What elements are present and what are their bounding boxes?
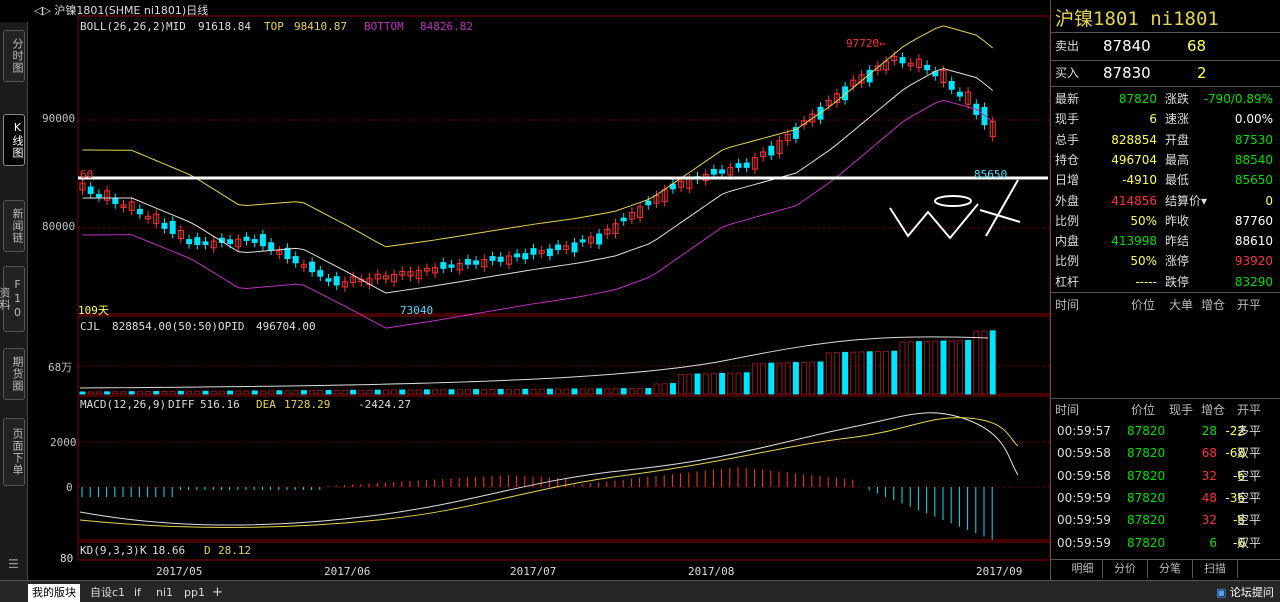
tab-ni1[interactable]: ni1 xyxy=(152,584,177,602)
date-sep: 2017/09 xyxy=(976,565,1023,578)
boll-bottom-value: 84826.82 xyxy=(420,20,473,33)
date-may: 2017/05 xyxy=(156,565,203,578)
kd-label: KD(9,3,3) xyxy=(80,544,140,557)
tick-row: 00:59:58 87820 32 -6 空平 xyxy=(1057,468,1262,483)
boll-mid-value: 91618.84 xyxy=(198,20,251,33)
left-mark-annotation: 60 xyxy=(80,168,94,181)
macd-axis-0: 0 xyxy=(66,481,73,494)
forum-icon: ▣ xyxy=(1216,586,1227,599)
quote-panel: 沪镍1801 ni1801 卖出 87840 68 买入 87830 2 最新 8… xyxy=(1050,0,1280,580)
tick-row: 00:59:57 87820 28 -22 多平 xyxy=(1057,424,1262,438)
tab-ticks[interactable]: 分笔 xyxy=(1148,560,1193,578)
chart-canvas xyxy=(77,15,1050,561)
date-aug: 2017/08 xyxy=(688,565,735,578)
boll-top-value: 98410.87 xyxy=(294,20,347,33)
opid-label: OPID xyxy=(218,320,245,333)
forum-button[interactable]: ▣ 论坛提问 xyxy=(1212,584,1278,602)
kline-chart: BOLL(26,26,2) MID 91618.84 TOP 98410.87 … xyxy=(28,0,1050,580)
buy-row: 买入 87830 2 xyxy=(1055,64,1207,82)
dea-value: 1728.29 xyxy=(284,398,331,411)
tab-custom-c1[interactable]: 自设c1 xyxy=(86,584,129,602)
tick-row: 00:59:59 87820 48 -36 空平 xyxy=(1057,490,1262,505)
d-label: D xyxy=(204,544,211,557)
k-label: K xyxy=(140,544,147,557)
quote-row: 最新 87820 涨跌 -790/0.89% xyxy=(1055,92,1273,106)
tab-page-order[interactable]: 页面下单 xyxy=(3,418,25,486)
quote-row: 总手 828854 开盘 87530 xyxy=(1055,132,1273,147)
left-tab-strip: 分时图 K线图 新闻链 F10资料 期货圈 页面下单 ☰ xyxy=(0,22,28,580)
cjl-label: CJL xyxy=(80,320,100,333)
quote-row: 比例 50% 昨收 87760 xyxy=(1055,213,1273,228)
diff-label: DIFF xyxy=(168,398,195,411)
macd-value: -2424.27 xyxy=(358,398,411,411)
add-tab-button[interactable]: + xyxy=(208,584,227,602)
date-jun: 2017/06 xyxy=(324,565,371,578)
low-annotation: 73040 xyxy=(400,304,434,317)
tab-my-board[interactable]: 我的版块 xyxy=(28,584,80,602)
macd-axis-2000: 2000 xyxy=(50,436,77,449)
tick-header: 时间 价位 现手 增仓 开平 xyxy=(1055,403,1262,417)
tick-row: 00:59:59 87820 32 -8 空平 xyxy=(1057,513,1262,528)
quote-row: 杠杆 ----- 跌停 83290 xyxy=(1055,274,1273,289)
high-annotation: 97720← xyxy=(846,37,886,50)
menu-icon[interactable]: ☰ xyxy=(8,557,19,571)
price-axis-80000: 80000 xyxy=(42,220,76,233)
days-annotation: 109天 xyxy=(78,304,109,317)
boll-label: BOLL(26,26,2) xyxy=(80,20,167,33)
quote-row: 外盘 414856 结算价▾ 0 xyxy=(1055,193,1273,208)
diff-value: 516.16 xyxy=(200,398,240,411)
quote-row: 持仓 496704 最高 88540 xyxy=(1055,152,1273,167)
date-jul: 2017/07 xyxy=(510,565,557,578)
quote-row: 内盘 413998 昨结 88610 xyxy=(1055,234,1273,249)
tab-news[interactable]: 新闻链 xyxy=(3,200,25,252)
quote-row: 现手 6 速涨 0.00% xyxy=(1055,112,1273,127)
d-value: 28.12 xyxy=(218,544,252,557)
boll-bottom-label: BOTTOM xyxy=(364,20,404,33)
sell-row: 卖出 87840 68 xyxy=(1055,37,1207,55)
kd-axis: 80 xyxy=(60,552,74,565)
tab-detail[interactable]: 明细 xyxy=(1063,560,1103,578)
quote-row: 日增 -4910 最低 85650 xyxy=(1055,173,1273,188)
price-axis-90000: 90000 xyxy=(42,112,76,125)
deal-header: 时间 价位 大单 增仓 开平 xyxy=(1055,298,1262,312)
tab-price-dist[interactable]: 分价 xyxy=(1103,560,1148,578)
quote-title: 沪镍1801 ni1801 xyxy=(1055,8,1219,30)
opid-value: 496704.00 xyxy=(256,320,316,333)
quote-row: 比例 50% 涨停 93920 xyxy=(1055,254,1273,269)
macd-label: MACD(12,26,9) xyxy=(80,398,167,411)
bottom-bar: 我的版块 自设c1 if ni1 pp1 + ▣ 论坛提问 xyxy=(0,580,1280,602)
tick-row: 00:59:58 87820 68 -68 双平 xyxy=(1057,446,1262,461)
cjl-value: 828854.00(50:50) xyxy=(112,320,218,333)
tab-f10[interactable]: F10资料 xyxy=(0,266,25,332)
tab-kline[interactable]: K线图 xyxy=(3,114,25,166)
mark-annotation: 85650 xyxy=(974,168,1008,181)
dea-label: DEA xyxy=(256,398,276,411)
tab-scan[interactable]: 扫描 xyxy=(1193,560,1238,578)
volume-axis: 68万 xyxy=(48,361,73,374)
tab-futures-circle[interactable]: 期货圈 xyxy=(3,348,25,400)
tab-timeshare[interactable]: 分时图 xyxy=(3,30,25,82)
boll-mid-label: MID xyxy=(166,20,186,33)
tab-pp1[interactable]: pp1 xyxy=(180,584,209,602)
tick-row: 00:59:59 87820 6 -6 双平 xyxy=(1057,535,1262,550)
boll-top-label: TOP xyxy=(264,20,284,33)
k-value: 18.66 xyxy=(152,544,186,557)
tab-if[interactable]: if xyxy=(130,584,145,602)
